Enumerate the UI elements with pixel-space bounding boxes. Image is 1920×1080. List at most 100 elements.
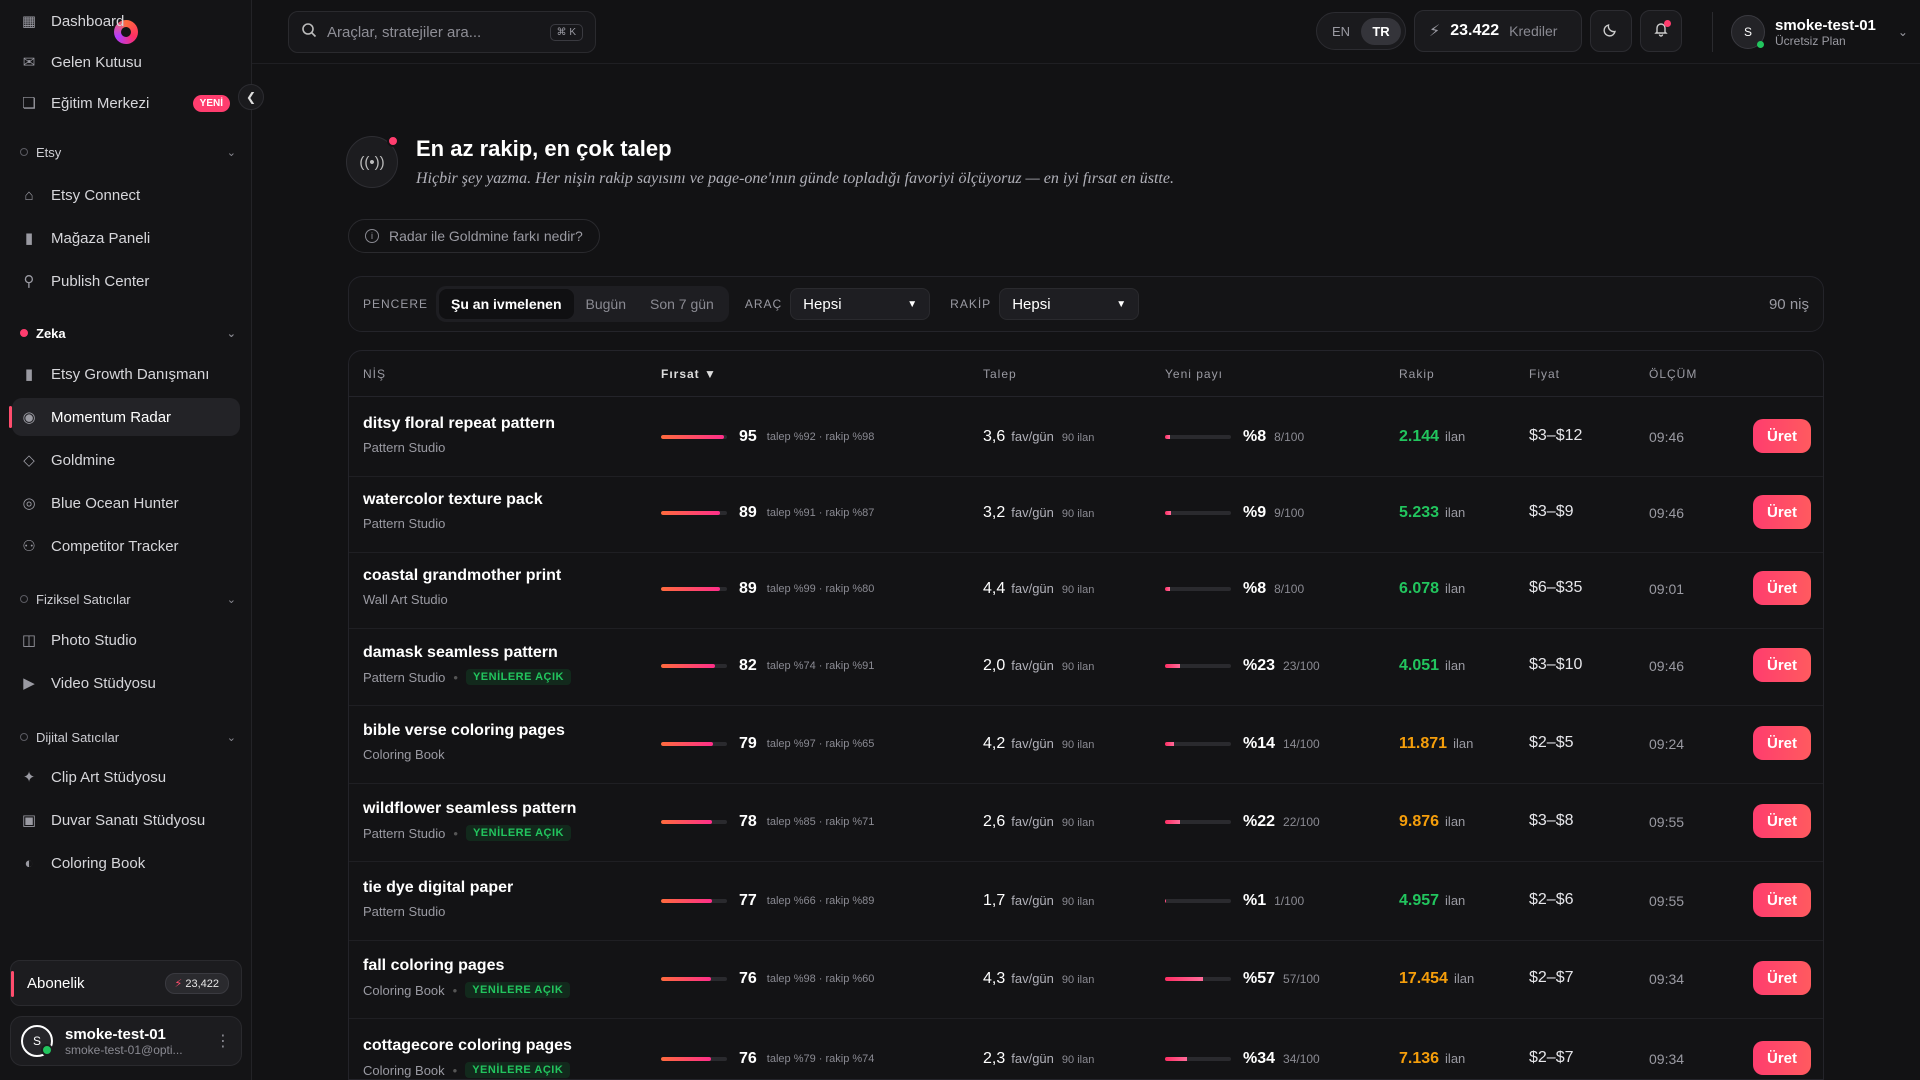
table-row[interactable]: tie dye digital paper Pattern Studio 77 tal… <box>349 863 1823 941</box>
competitors-cell: 17.454 ilan <box>1399 970 1474 988</box>
subscription-credits: 23,422 <box>185 977 219 990</box>
generate-button[interactable]: Üret <box>1753 883 1811 917</box>
col-competitors[interactable]: Rakip <box>1399 367 1435 381</box>
table-row[interactable]: coastal grandmother print Wall Art Studio… <box>349 551 1823 629</box>
sidebar-item-coloring-book[interactable]: ◐ Coloring Book <box>12 844 240 882</box>
table-row[interactable]: wildflower seamless pattern Pattern Studi… <box>349 784 1823 862</box>
table-row[interactable]: watercolor texture pack Pattern Studio 89 t… <box>349 475 1823 553</box>
generate-button[interactable]: Üret <box>1753 726 1811 760</box>
chevron-down-icon: ⌄ <box>226 146 236 159</box>
col-price[interactable]: Fiyat <box>1529 367 1560 381</box>
chevron-down-icon: ⌄ <box>1897 25 1908 39</box>
sidebar-section-dijital[interactable]: Dijital Satıcılar ⌄ <box>20 725 236 749</box>
col-new-share[interactable]: Yeni payı <box>1165 367 1223 381</box>
niche-name[interactable]: ditsy floral repeat pattern <box>363 415 555 433</box>
table-row[interactable]: bible verse coloring pages Coloring Book 7… <box>349 706 1823 784</box>
section-label: Fiziksel Satıcılar <box>36 591 131 607</box>
info-pill[interactable]: i Radar ile Goldmine farkı nedir? <box>348 219 600 253</box>
table-row[interactable]: ditsy floral repeat pattern Pattern Studi… <box>349 399 1823 477</box>
sidebar-item-etsy-connect[interactable]: ⌂ Etsy Connect <box>12 176 240 214</box>
opportunity-bar-fill <box>661 435 724 439</box>
sidebar-item-photo-studio[interactable]: ◫ Photo Studio <box>12 621 240 659</box>
niche-tool: Pattern Studio <box>363 904 446 919</box>
table-header: NİŞ Fırsat ▼ Talep Yeni payı Rakip Fiyat… <box>349 351 1823 397</box>
search-input[interactable]: Araçlar, stratejiler ara... ⌘ K <box>288 11 596 53</box>
new-share-bar-fill <box>1165 587 1171 591</box>
sidebar-item-label: Clip Art Stüdyosu <box>51 768 167 786</box>
sidebar-item-clip-art-st-dyosu[interactable]: ✦ Clip Art Stüdyosu <box>12 758 240 796</box>
credits-button[interactable]: ⚡ 23.422 Krediler <box>1414 10 1582 52</box>
generate-button[interactable]: Üret <box>1753 571 1811 605</box>
generate-button[interactable]: Üret <box>1753 495 1811 529</box>
sidebar-item-goldmine[interactable]: ◇ Goldmine <box>12 441 240 479</box>
sidebar-item-e-itim-merkezi[interactable]: ❏ Eğitim Merkezi YENİ <box>12 84 240 122</box>
sidebar-section-zeka[interactable]: Zeka ⌄ <box>20 321 236 345</box>
moon-icon <box>1603 21 1619 42</box>
competitors-value: 11.871 <box>1399 735 1448 752</box>
niche-name[interactable]: wildflower seamless pattern <box>363 800 576 818</box>
sidebar-item-blue-ocean-hunter[interactable]: ◎ Blue Ocean Hunter <box>12 484 240 522</box>
opportunity-score: 76 <box>739 1050 757 1067</box>
more-vertical-icon[interactable]: ⋮ <box>215 1031 231 1051</box>
niche-name[interactable]: watercolor texture pack <box>363 491 543 509</box>
niche-cell: bible verse coloring pages Coloring Book <box>363 722 565 762</box>
new-share-bar <box>1165 977 1231 981</box>
sidebar-item-label: Coloring Book <box>51 854 146 872</box>
sidebar-item-video-st-dyosu[interactable]: ▶ Video Stüdyosu <box>12 664 240 702</box>
sidebar-section-etsy[interactable]: Etsy ⌄ <box>20 140 236 164</box>
sidebar-user-card[interactable]: S smoke-test-01 smoke-test-01@opti... ⋮ <box>10 1016 242 1066</box>
section-label: Dijital Satıcılar <box>36 729 120 745</box>
sidebar-item-gelen-kutusu[interactable]: ✉ Gelen Kutusu <box>12 43 240 81</box>
sidebar-item-ma-aza-paneli[interactable]: ▮ Mağaza Paneli <box>12 219 240 257</box>
user-menu[interactable]: S smoke-test-01 Ücretsiz Plan ⌄ <box>1712 12 1908 52</box>
bar-chart-icon: ▮ <box>24 230 34 247</box>
competitors-cell: 4.957 ilan <box>1399 892 1465 910</box>
niche-name[interactable]: tie dye digital paper <box>363 879 513 897</box>
table-row[interactable]: damask seamless pattern Pattern Studio • YE… <box>349 628 1823 706</box>
demand-unit: fav/gün <box>1011 658 1054 673</box>
lang-en[interactable]: EN <box>1321 18 1361 45</box>
window-option-7days[interactable]: Son 7 gün <box>638 289 726 319</box>
measured-time: 09:24 <box>1649 736 1685 752</box>
sidebar-item-competitor-tracker[interactable]: ⚇ Competitor Tracker <box>12 527 240 565</box>
opportunity-detail: talep %79 · rakip %74 <box>766 1053 875 1065</box>
search-placeholder: Araçlar, stratejiler ara... <box>327 23 482 41</box>
sidebar-item-momentum-radar[interactable]: ◉ Momentum Radar <box>9 398 240 436</box>
sidebar-item-etsy-growth-dan-man[interactable]: ▮ Etsy Growth Danışmanı <box>12 355 240 393</box>
generate-button[interactable]: Üret <box>1753 419 1811 453</box>
generate-button[interactable]: Üret <box>1753 648 1811 682</box>
tool-select[interactable]: Hepsi ▼ <box>790 288 931 320</box>
subscription-box[interactable]: Abonelik ⚡ 23,422 <box>10 960 242 1006</box>
sidebar-item-publish-center[interactable]: ⚲ Publish Center <box>12 262 240 300</box>
lang-tr[interactable]: TR <box>1361 17 1401 45</box>
sidebar-item-label: Dashboard <box>51 12 125 30</box>
generate-button[interactable]: Üret <box>1753 961 1811 995</box>
niche-name[interactable]: coastal grandmother print <box>363 567 561 585</box>
window-option-today[interactable]: Bugün <box>574 289 638 319</box>
niche-name[interactable]: damask seamless pattern <box>363 644 571 662</box>
new-share-cell: %22 22/100 <box>1165 813 1320 831</box>
demand-cell: 3,2 fav/gün 90 ilan <box>983 504 1094 522</box>
sidebar-item-label: Mağaza Paneli <box>51 229 151 247</box>
competitors-cell: 9.876 ilan <box>1399 813 1465 831</box>
niche-name[interactable]: fall coloring pages <box>363 957 570 975</box>
sidebar-section-fiziksel[interactable]: Fiziksel Satıcılar ⌄ <box>20 587 236 611</box>
notifications-button[interactable] <box>1640 10 1682 52</box>
table-row[interactable]: cottagecore coloring pages Coloring Book •… <box>349 1021 1823 1079</box>
sidebar-item-duvar-sanat-st-dyosu[interactable]: ▣ Duvar Sanatı Stüdyosu <box>12 801 240 839</box>
opportunity-score: 79 <box>739 735 757 752</box>
col-opportunity[interactable]: Fırsat ▼ <box>661 367 717 381</box>
col-demand[interactable]: Talep <box>983 367 1017 381</box>
generate-button[interactable]: Üret <box>1753 804 1811 838</box>
theme-toggle-button[interactable] <box>1590 10 1632 52</box>
demand-cell: 3,6 fav/gün 90 ilan <box>983 428 1094 446</box>
competitor-select[interactable]: Hepsi ▼ <box>999 288 1140 320</box>
generate-button[interactable]: Üret <box>1753 1041 1811 1075</box>
window-option-accelerating[interactable]: Şu an ivmelenen <box>439 289 574 319</box>
language-toggle[interactable]: EN TR <box>1316 12 1406 50</box>
collapse-sidebar-button[interactable]: ❮ <box>238 84 264 110</box>
table-row[interactable]: fall coloring pages Coloring Book • YENİLER… <box>349 941 1823 1019</box>
niche-name[interactable]: bible verse coloring pages <box>363 722 565 740</box>
sidebar-item-dashboard[interactable]: ▦ Dashboard <box>12 2 240 40</box>
niche-name[interactable]: cottagecore coloring pages <box>363 1037 572 1055</box>
